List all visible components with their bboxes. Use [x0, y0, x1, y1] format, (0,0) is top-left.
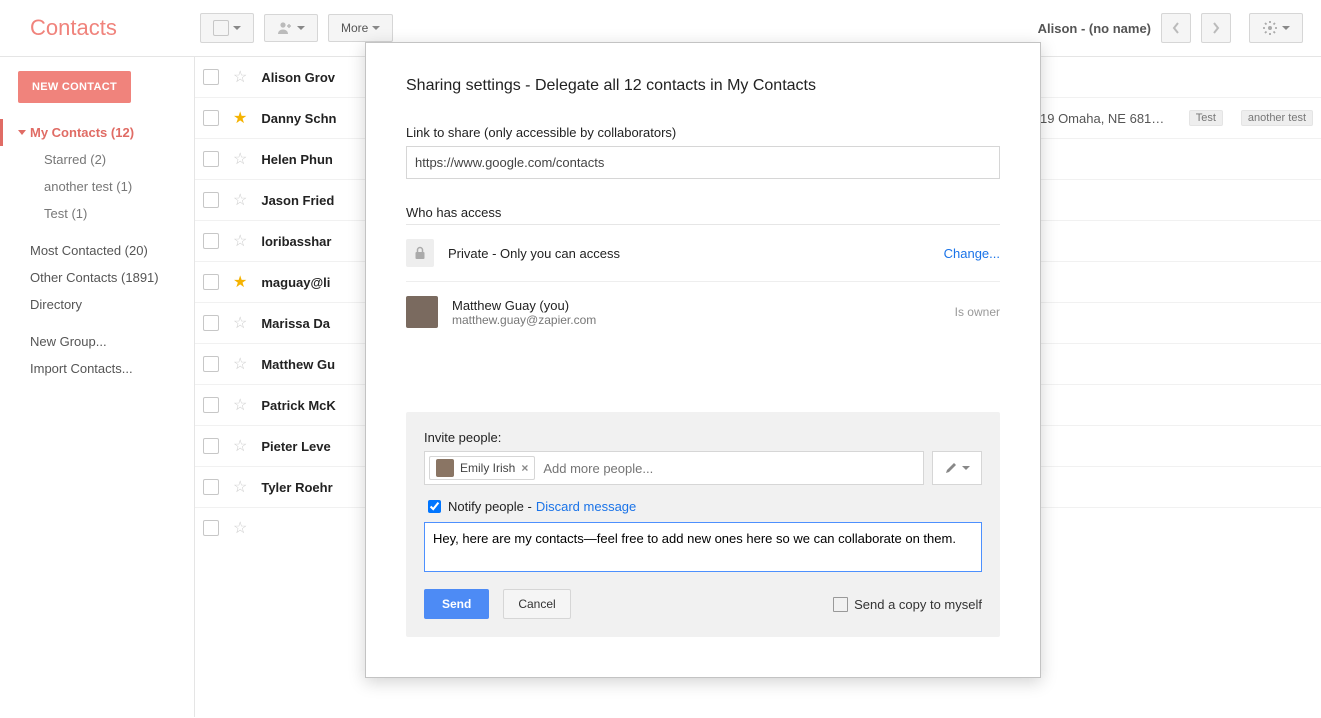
- remove-chip-icon[interactable]: ×: [521, 461, 528, 475]
- invite-panel: Invite people: Emily Irish × Notify peop…: [406, 412, 1000, 637]
- add-people-input[interactable]: [541, 460, 919, 477]
- sidebar-item-new-group[interactable]: New Group...: [0, 328, 194, 355]
- star-icon[interactable]: ☆: [233, 231, 247, 251]
- chevron-down-icon: [372, 26, 380, 30]
- sharing-dialog: Sharing settings - Delegate all 12 conta…: [365, 42, 1041, 678]
- owner-email: matthew.guay@zapier.com: [452, 313, 941, 327]
- access-row-owner: Matthew Guay (you) matthew.guay@zapier.c…: [406, 282, 1000, 342]
- chevron-down-icon: [233, 26, 241, 30]
- share-link-input[interactable]: [406, 146, 1000, 179]
- checkbox-icon: [213, 20, 229, 36]
- row-checkbox[interactable]: [203, 110, 219, 126]
- star-icon[interactable]: ☆: [233, 477, 247, 497]
- app-title: Contacts: [30, 15, 200, 41]
- send-copy-label: Send a copy to myself: [854, 597, 982, 612]
- sidebar: NEW CONTACT My Contacts (12) Starred (2)…: [0, 57, 194, 717]
- sidebar-item-starred[interactable]: Starred (2): [0, 146, 194, 173]
- sidebar-item-most-contacted[interactable]: Most Contacted (20): [0, 237, 194, 264]
- add-person-button[interactable]: [264, 14, 318, 42]
- breadcrumb: Alison - (no name): [1038, 21, 1151, 36]
- next-button[interactable]: [1201, 13, 1231, 43]
- star-icon[interactable]: ☆: [233, 190, 247, 210]
- row-checkbox[interactable]: [203, 192, 219, 208]
- chevron-down-icon: [1282, 26, 1290, 30]
- select-all-button[interactable]: [200, 13, 254, 43]
- chevron-right-icon: [1212, 22, 1220, 34]
- settings-button[interactable]: [1249, 13, 1303, 43]
- contact-tag: another test: [1241, 110, 1313, 126]
- chevron-down-icon: [297, 26, 305, 30]
- row-checkbox[interactable]: [203, 356, 219, 372]
- dialog-title: Sharing settings - Delegate all 12 conta…: [406, 77, 1000, 95]
- star-icon[interactable]: ☆: [233, 518, 247, 538]
- chevron-left-icon: [1172, 22, 1180, 34]
- more-button[interactable]: More: [328, 14, 393, 42]
- star-icon[interactable]: ☆: [233, 313, 247, 333]
- more-label: More: [341, 21, 368, 35]
- discard-message-link[interactable]: Discard message: [536, 499, 636, 514]
- lock-icon: [406, 239, 434, 267]
- star-icon[interactable]: ☆: [233, 67, 247, 87]
- sidebar-item-test[interactable]: Test (1): [0, 200, 194, 227]
- contact-tag: Test: [1189, 110, 1223, 126]
- sidebar-item-directory[interactable]: Directory: [0, 291, 194, 318]
- checkbox-icon: [833, 597, 848, 612]
- row-checkbox[interactable]: [203, 315, 219, 331]
- sidebar-item-import[interactable]: Import Contacts...: [0, 355, 194, 382]
- person-add-icon: [277, 21, 293, 35]
- owner-role-badge: Is owner: [955, 305, 1000, 319]
- row-checkbox[interactable]: [203, 438, 219, 454]
- row-checkbox[interactable]: [203, 397, 219, 413]
- avatar: [406, 296, 438, 328]
- row-checkbox[interactable]: [203, 69, 219, 85]
- send-button[interactable]: Send: [424, 589, 489, 619]
- gear-icon: [1262, 20, 1278, 36]
- sidebar-item-my-contacts[interactable]: My Contacts (12): [0, 119, 194, 146]
- access-private-text: Private - Only you can access: [448, 246, 930, 261]
- pencil-icon: [944, 461, 958, 475]
- star-icon[interactable]: ☆: [233, 354, 247, 374]
- row-checkbox[interactable]: [203, 274, 219, 290]
- change-access-link[interactable]: Change...: [944, 246, 1000, 261]
- invite-chip-name: Emily Irish: [460, 461, 515, 475]
- access-row-private: Private - Only you can access Change...: [406, 225, 1000, 282]
- send-copy-checkbox[interactable]: Send a copy to myself: [833, 597, 982, 612]
- star-icon[interactable]: ★: [233, 108, 247, 128]
- star-icon[interactable]: ☆: [233, 149, 247, 169]
- chevron-down-icon: [962, 466, 970, 470]
- row-checkbox[interactable]: [203, 233, 219, 249]
- avatar: [436, 459, 454, 477]
- sidebar-item-other-contacts[interactable]: Other Contacts (1891): [0, 264, 194, 291]
- permission-button[interactable]: [932, 451, 982, 485]
- row-checkbox[interactable]: [203, 520, 219, 536]
- notify-checkbox[interactable]: [428, 500, 441, 513]
- owner-name: Matthew Guay (you): [452, 298, 941, 313]
- invite-chip[interactable]: Emily Irish ×: [429, 456, 535, 480]
- star-icon[interactable]: ☆: [233, 436, 247, 456]
- star-icon[interactable]: ☆: [233, 395, 247, 415]
- link-share-label: Link to share (only accessible by collab…: [406, 125, 1000, 140]
- row-checkbox[interactable]: [203, 151, 219, 167]
- new-contact-button[interactable]: NEW CONTACT: [18, 71, 131, 103]
- who-has-access-label: Who has access: [406, 205, 1000, 220]
- message-textarea[interactable]: [424, 522, 982, 572]
- cancel-button[interactable]: Cancel: [503, 589, 570, 619]
- prev-button[interactable]: [1161, 13, 1191, 43]
- star-icon[interactable]: ★: [233, 272, 247, 292]
- invite-input[interactable]: Emily Irish ×: [424, 451, 924, 485]
- notify-label: Notify people -: [448, 499, 532, 514]
- invite-people-label: Invite people:: [424, 430, 982, 445]
- row-checkbox[interactable]: [203, 479, 219, 495]
- sidebar-item-another-test[interactable]: another test (1): [0, 173, 194, 200]
